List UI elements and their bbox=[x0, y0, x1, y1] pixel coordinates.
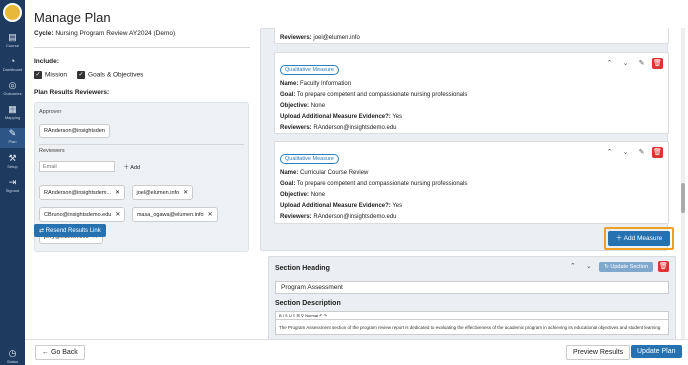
measure-card: Qualitative Measure ⌃ ⌄ ✎ 🗑 Name: Curric… bbox=[274, 141, 669, 224]
measures-panel: Reviewers: joel@elumen.info Qualitative … bbox=[260, 28, 674, 251]
reviewers-label: Reviewers bbox=[39, 148, 65, 154]
sidebar-item-signout[interactable]: ⇥ Signout bbox=[0, 177, 25, 193]
plus-icon: ＋ bbox=[123, 164, 129, 171]
signout-icon: ⇥ bbox=[8, 177, 17, 187]
plan-content-panel: Reviewers: joel@elumen.info Qualitative … bbox=[260, 28, 678, 339]
cycle-text: Cycle: Nursing Program Review AY2024 (De… bbox=[34, 30, 176, 37]
sidebar-item-mapping[interactable]: ▦ Mapping bbox=[0, 104, 25, 120]
section-editor: Section Heading ⌃ ⌄ ↻ Update Section 🗑 P… bbox=[268, 256, 676, 339]
reviewer-chip: RAnderson@insightsdem... ✕ bbox=[39, 185, 126, 200]
chevron-down-icon[interactable]: ⌄ bbox=[620, 147, 631, 158]
plan-icon: ✎ bbox=[8, 128, 17, 138]
link-icon[interactable]: ⚲ bbox=[301, 313, 304, 318]
delete-icon[interactable]: 🗑 bbox=[658, 261, 669, 272]
outcomes-icon: ◎ bbox=[8, 80, 17, 90]
update-plan-button[interactable]: Update Plan bbox=[631, 345, 682, 358]
sidebar: ▤ Course ◔ Dashboard ◎ Outcomes ▦ Mapping ✎ P… bbox=[0, 0, 25, 365]
undo-icon[interactable]: ↶ bbox=[319, 313, 322, 318]
update-section-button[interactable]: ↻ Update Section bbox=[599, 261, 653, 272]
add-measure-button[interactable]: ＋ Add Measure bbox=[608, 231, 670, 246]
plus-icon: ＋ bbox=[615, 235, 623, 242]
refresh-icon: ↻ bbox=[604, 263, 609, 270]
email-input[interactable]: Email bbox=[39, 161, 115, 173]
chevron-down-icon[interactable]: ⌄ bbox=[620, 58, 631, 69]
footer: ← Go Back Preview Results Update Plan bbox=[25, 339, 688, 365]
check-icon: ✓ bbox=[77, 71, 86, 79]
editor-toolbar: B I S U ≡ ☰ ⚲ Normal ↶ ↷ bbox=[275, 311, 669, 320]
edit-icon[interactable]: ✎ bbox=[636, 58, 647, 69]
approver-label: Approver bbox=[39, 109, 62, 115]
add-reviewer-button[interactable]: ＋ Add bbox=[123, 163, 140, 171]
redo-icon[interactable]: ↷ bbox=[324, 313, 327, 318]
goals-checkbox[interactable]: ✓ Goals & Objectives bbox=[77, 71, 143, 79]
list-icon[interactable]: ☰ bbox=[296, 313, 300, 318]
measure-type-badge: Qualitative Measure bbox=[280, 154, 339, 164]
section-description-label: Section Description bbox=[275, 300, 341, 307]
plan-settings-panel: Cycle: Nursing Program Review AY2024 (De… bbox=[34, 27, 250, 252]
section-description-editor[interactable]: The Program Assessment section of the pr… bbox=[275, 320, 669, 335]
edit-icon[interactable]: ✎ bbox=[636, 147, 647, 158]
scrollbar[interactable] bbox=[681, 28, 685, 339]
italic-icon[interactable]: I bbox=[283, 313, 284, 318]
sidebar-item-setup[interactable]: ⚒ Setup bbox=[0, 153, 25, 169]
format-select[interactable]: Normal bbox=[305, 313, 318, 318]
sidebar-item-status[interactable]: ◷ Status bbox=[0, 348, 25, 364]
reviewer-chip: masa_ogawa@elumen.info ✕ bbox=[131, 207, 218, 222]
page-title: Manage Plan bbox=[34, 10, 111, 25]
measure-card: Qualitative Measure ⌃ ⌄ ✎ 🗑 Name: Facult… bbox=[274, 52, 669, 134]
reviewer-chip: joel@elumen.info ✕ bbox=[131, 185, 194, 200]
add-measure-highlight: ＋ Add Measure bbox=[604, 227, 674, 250]
strike-icon[interactable]: S bbox=[285, 313, 288, 318]
measure-card: Reviewers: joel@elumen.info bbox=[274, 28, 669, 44]
link-icon: ⇄ bbox=[39, 228, 45, 234]
sidebar-item-dashboard[interactable]: ◔ Dashboard bbox=[0, 56, 25, 72]
remove-icon[interactable]: ✕ bbox=[115, 190, 120, 196]
underline-icon[interactable]: U bbox=[289, 313, 292, 318]
approver-chip[interactable]: RAnderson@insightsden bbox=[39, 124, 110, 138]
remove-icon[interactable]: ✕ bbox=[183, 190, 188, 196]
delete-icon[interactable]: 🗑 bbox=[652, 58, 663, 69]
go-back-button[interactable]: ← Go Back bbox=[35, 345, 85, 360]
chevron-up-icon[interactable]: ⌃ bbox=[604, 147, 615, 158]
delete-icon[interactable]: 🗑 bbox=[652, 147, 663, 158]
measure-type-badge: Qualitative Measure bbox=[280, 65, 339, 75]
sidebar-item-outcomes[interactable]: ◎ Outcomes bbox=[0, 80, 25, 96]
plan-reviewers-label: Plan Results Reviewers: bbox=[34, 89, 110, 96]
chevron-up-icon[interactable]: ⌃ bbox=[567, 261, 578, 272]
check-icon: ✓ bbox=[34, 71, 42, 79]
resend-results-link-button[interactable]: ⇄ Resend Results Link bbox=[34, 224, 106, 237]
course-icon: ▤ bbox=[8, 32, 17, 42]
arrow-left-icon: ← bbox=[42, 349, 49, 356]
dashboard-icon: ◔ bbox=[9, 56, 16, 66]
align-icon[interactable]: ≡ bbox=[293, 313, 295, 318]
remove-icon[interactable]: ✕ bbox=[115, 212, 120, 218]
chevron-up-icon[interactable]: ⌃ bbox=[604, 58, 615, 69]
status-icon: ◷ bbox=[8, 348, 17, 358]
mission-checkbox[interactable]: ✓ Mission bbox=[34, 71, 67, 79]
bold-icon[interactable]: B bbox=[279, 313, 282, 318]
scrollbar-thumb[interactable] bbox=[681, 183, 685, 213]
setup-icon: ⚒ bbox=[8, 153, 17, 163]
preview-results-button[interactable]: Preview Results bbox=[566, 345, 631, 360]
divider bbox=[34, 47, 250, 48]
chevron-down-icon[interactable]: ⌄ bbox=[583, 261, 594, 272]
sidebar-item-plan[interactable]: ✎ Plan bbox=[0, 128, 25, 148]
reviewer-chip: CBruno@insightsdemo.edu ✕ bbox=[39, 207, 126, 222]
remove-icon[interactable]: ✕ bbox=[208, 212, 213, 218]
include-label: Include: bbox=[34, 58, 59, 65]
app-logo-icon[interactable] bbox=[3, 3, 22, 22]
reviewer-chips: RAnderson@insightsdem... ✕ joel@elumen.in… bbox=[39, 181, 244, 247]
section-heading-input[interactable]: Program Assessment bbox=[275, 281, 669, 294]
sidebar-item-course[interactable]: ▤ Course bbox=[0, 32, 25, 48]
mapping-icon: ▦ bbox=[8, 104, 17, 114]
